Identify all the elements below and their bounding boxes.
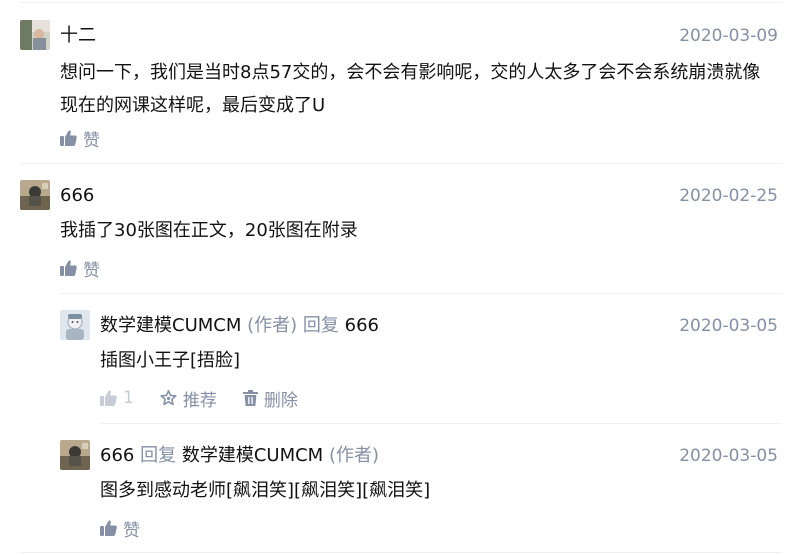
comment-text: 我插了30张图在正文，20张图在附录 xyxy=(60,220,358,241)
thumbs-up-icon xyxy=(60,260,77,276)
thumbs-up-icon xyxy=(100,390,117,406)
like-button[interactable]: 赞 xyxy=(60,126,100,151)
comment-actions: 赞 xyxy=(60,126,126,151)
comment-text: 想问一下，我们是当时8点57交的，会不会有影响呢，交的人太多了会不会系统崩溃就像… xyxy=(60,62,761,116)
reply-to-tag: (作者) xyxy=(328,445,379,466)
comment-list: 十二 2020-03-09 想问一下，我们是当时8点57交的，会不会有影响呢，交… xyxy=(0,0,812,555)
recommend-label: 推荐 xyxy=(182,390,217,411)
reply-header: 666 回复 数学建模CUMCM (作者) xyxy=(100,444,379,468)
author-tag: (作者) xyxy=(247,315,298,336)
comment-actions: 赞 xyxy=(60,256,126,281)
comment-date: 2020-03-05 xyxy=(679,316,778,336)
comment-text: 插图小王子[捂脸] xyxy=(100,350,241,371)
reply-to-name[interactable]: 666 xyxy=(345,315,379,336)
author-name[interactable]: 数学建模CUMCM xyxy=(100,315,241,336)
divider xyxy=(20,552,782,553)
avatar[interactable] xyxy=(60,310,90,340)
comment-author[interactable]: 十二 xyxy=(60,24,96,48)
like-button[interactable]: 赞 xyxy=(100,516,140,541)
like-button[interactable]: 赞 xyxy=(60,256,100,281)
reply-word: 回复 xyxy=(140,445,177,466)
comment-actions: 1 推荐 删除 xyxy=(100,386,324,411)
author-name[interactable]: 666 xyxy=(60,185,94,206)
thumbs-up-icon xyxy=(100,520,117,536)
avatar[interactable] xyxy=(20,20,50,50)
comment-date: 2020-02-25 xyxy=(679,186,778,206)
divider xyxy=(20,163,782,164)
reply-word: 回复 xyxy=(302,315,339,336)
trash-icon xyxy=(242,390,258,406)
delete-button[interactable]: 删除 xyxy=(242,386,298,411)
recommend-button[interactable]: 推荐 xyxy=(160,386,217,411)
author-name[interactable]: 十二 xyxy=(60,25,96,46)
divider xyxy=(60,293,782,294)
thumbs-up-icon xyxy=(60,130,77,146)
author-name[interactable]: 666 xyxy=(100,445,134,466)
like-count: 1 xyxy=(123,388,134,408)
comment-date: 2020-03-09 xyxy=(679,26,778,46)
reply-header: 数学建模CUMCM (作者) 回复 666 xyxy=(100,314,379,338)
delete-label: 删除 xyxy=(263,390,298,411)
divider xyxy=(20,2,782,3)
like-label: 赞 xyxy=(83,130,100,151)
avatar[interactable] xyxy=(60,440,90,470)
like-label: 赞 xyxy=(123,520,140,541)
comment-author[interactable]: 666 xyxy=(60,184,94,208)
like-button[interactable]: 1 xyxy=(100,388,134,408)
reply-to-name[interactable]: 数学建模CUMCM xyxy=(182,445,323,466)
comment-actions: 赞 xyxy=(100,516,166,541)
divider xyxy=(100,423,782,424)
avatar[interactable] xyxy=(20,180,50,210)
star-icon xyxy=(160,390,177,406)
like-label: 赞 xyxy=(83,260,100,281)
comment-date: 2020-03-05 xyxy=(679,446,778,466)
comment-text: 图多到感动老师[飙泪笑][飙泪笑][飙泪笑] xyxy=(100,480,431,501)
